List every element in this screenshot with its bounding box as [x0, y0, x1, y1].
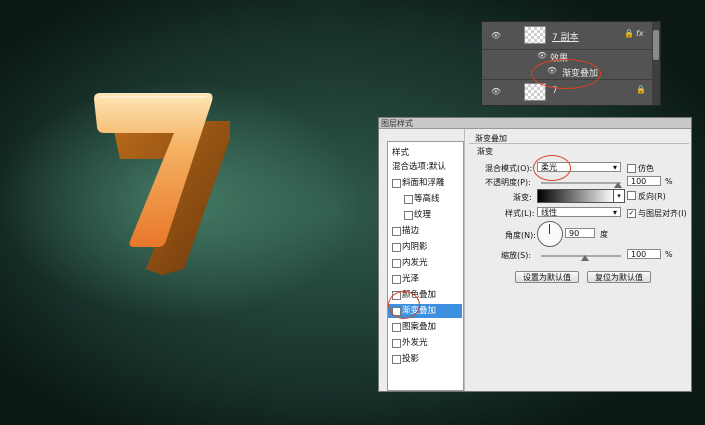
opacity-slider-handle[interactable] — [614, 182, 622, 188]
angle-input[interactable]: 90 — [565, 228, 595, 238]
opacity-unit: % — [665, 177, 673, 186]
opacity-input[interactable]: 100 — [627, 176, 661, 186]
annotation-circle — [388, 291, 420, 319]
reverse-label: 反向(R) — [638, 192, 666, 201]
style-select[interactable]: 线性 ▾ — [537, 207, 621, 217]
style-list-label: 光泽 — [402, 274, 420, 284]
style-list-item[interactable]: 混合选项:默认 — [388, 160, 462, 174]
align-label: 与图层对齐(I) — [638, 209, 687, 218]
dither-label: 仿色 — [638, 164, 654, 173]
blend-mode-label: 混合模式(O): — [485, 164, 533, 173]
style-list-label: 样式 — [392, 148, 410, 158]
style-list-label: 外发光 — [402, 338, 428, 348]
style-value: 线性 — [541, 208, 557, 217]
reset-default-button[interactable]: 复位为默认值 — [587, 271, 651, 283]
style-list-label: 混合选项:默认 — [392, 162, 446, 172]
align-checkbox[interactable]: ✓ — [627, 209, 636, 218]
style-checkbox[interactable] — [404, 211, 413, 220]
opacity-label: 不透明度(P): — [485, 178, 531, 187]
fx-icon[interactable]: fx — [636, 29, 644, 38]
angle-unit: 度 — [600, 230, 608, 239]
lock-icon: 🔒 — [636, 85, 646, 94]
style-checkbox[interactable] — [392, 339, 401, 348]
number-seven-artwork — [94, 93, 230, 275]
layer-name[interactable]: 7 副本 — [552, 30, 579, 43]
scale-input[interactable]: 100 — [627, 249, 661, 259]
group-title: 渐变 — [477, 147, 493, 156]
set-default-button[interactable]: 设置为默认值 — [515, 271, 579, 283]
annotation-circle — [531, 59, 601, 89]
angle-label: 角度(N): — [505, 231, 536, 240]
style-list-item[interactable]: 样式 — [388, 146, 462, 160]
style-checkbox[interactable] — [392, 275, 401, 284]
layer-thumbnail — [524, 83, 546, 101]
style-list-item[interactable]: 外发光 — [388, 336, 462, 350]
style-list-label: 描边 — [402, 226, 420, 236]
gradient-label: 渐变: — [513, 193, 532, 202]
style-list-item[interactable]: 光泽 — [388, 272, 462, 286]
style-checkbox[interactable] — [392, 259, 401, 268]
style-list-label: 等高线 — [414, 194, 440, 204]
chevron-down-icon[interactable]: ▾ — [613, 189, 625, 203]
style-list-label: 斜面和浮雕 — [402, 178, 445, 188]
style-list-item[interactable]: 投影 — [388, 352, 462, 366]
opacity-slider[interactable] — [541, 182, 621, 184]
style-list-item[interactable]: 描边 — [388, 224, 462, 238]
layer-thumbnail — [524, 26, 546, 44]
layers-panel: 👁 7 副本 🔒 fx 👁 效果 👁 渐变叠加 👁 7 🔒 — [481, 21, 661, 106]
style-list-item[interactable]: 图案叠加 — [388, 320, 462, 334]
style-list-item[interactable]: 内发光 — [388, 256, 462, 270]
visibility-eye-icon[interactable]: 👁 — [490, 31, 502, 40]
style-list-item[interactable]: 斜面和浮雕 — [388, 176, 462, 190]
style-checkbox[interactable] — [392, 323, 401, 332]
dialog-title: 图层样式 — [379, 118, 691, 129]
style-list-item[interactable]: 纹理 — [388, 208, 462, 222]
annotation-circle — [533, 155, 571, 181]
gradient-preview[interactable] — [537, 189, 615, 203]
scale-slider-handle[interactable] — [581, 255, 589, 261]
style-list: 样式 混合选项:默认 斜面和浮雕 等高线 纹理 描边 内阴影 内发光 光泽 颜色叠加 ✓ 渐变叠加 图案… — [387, 141, 464, 391]
layers-scrollbar[interactable] — [652, 22, 660, 105]
gradient-overlay-panel: 渐变叠加 渐变 混合模式(O): 柔光 ▾ 仿色 不透明度(P): 100 % … — [464, 129, 692, 391]
style-list-label: 内阴影 — [402, 242, 428, 252]
visibility-eye-icon[interactable]: 👁 — [490, 87, 502, 96]
dither-checkbox[interactable] — [627, 164, 636, 173]
style-checkbox[interactable] — [404, 195, 413, 204]
style-list-item[interactable]: 等高线 — [388, 192, 462, 206]
effects-eye-icon[interactable]: 👁 — [536, 51, 548, 60]
style-label: 样式(L): — [505, 209, 535, 218]
angle-dial[interactable] — [537, 221, 563, 247]
style-list-label: 图案叠加 — [402, 322, 437, 332]
style-checkbox[interactable] — [392, 243, 401, 252]
style-list-item[interactable]: 内阴影 — [388, 240, 462, 254]
layer-row-7-copy[interactable]: 👁 7 副本 🔒 fx — [482, 22, 652, 50]
style-list-label: 内发光 — [402, 258, 428, 268]
chevron-down-icon: ▾ — [612, 163, 617, 172]
style-list-label: 投影 — [402, 354, 420, 364]
style-list-label: 纹理 — [414, 210, 432, 220]
scale-unit: % — [665, 250, 673, 259]
style-checkbox[interactable] — [392, 355, 401, 364]
scale-label: 缩放(S): — [501, 251, 532, 260]
layer-style-dialog: 图层样式 样式 混合选项:默认 斜面和浮雕 等高线 纹理 描边 内阴影 内发光 光泽 颜色叠加 ✓ 渐… — [378, 117, 692, 392]
style-checkbox[interactable] — [392, 179, 401, 188]
style-checkbox[interactable] — [392, 227, 401, 236]
reverse-checkbox[interactable] — [627, 191, 636, 200]
chevron-down-icon: ▾ — [612, 208, 617, 217]
lock-icon: 🔒 — [624, 29, 634, 38]
